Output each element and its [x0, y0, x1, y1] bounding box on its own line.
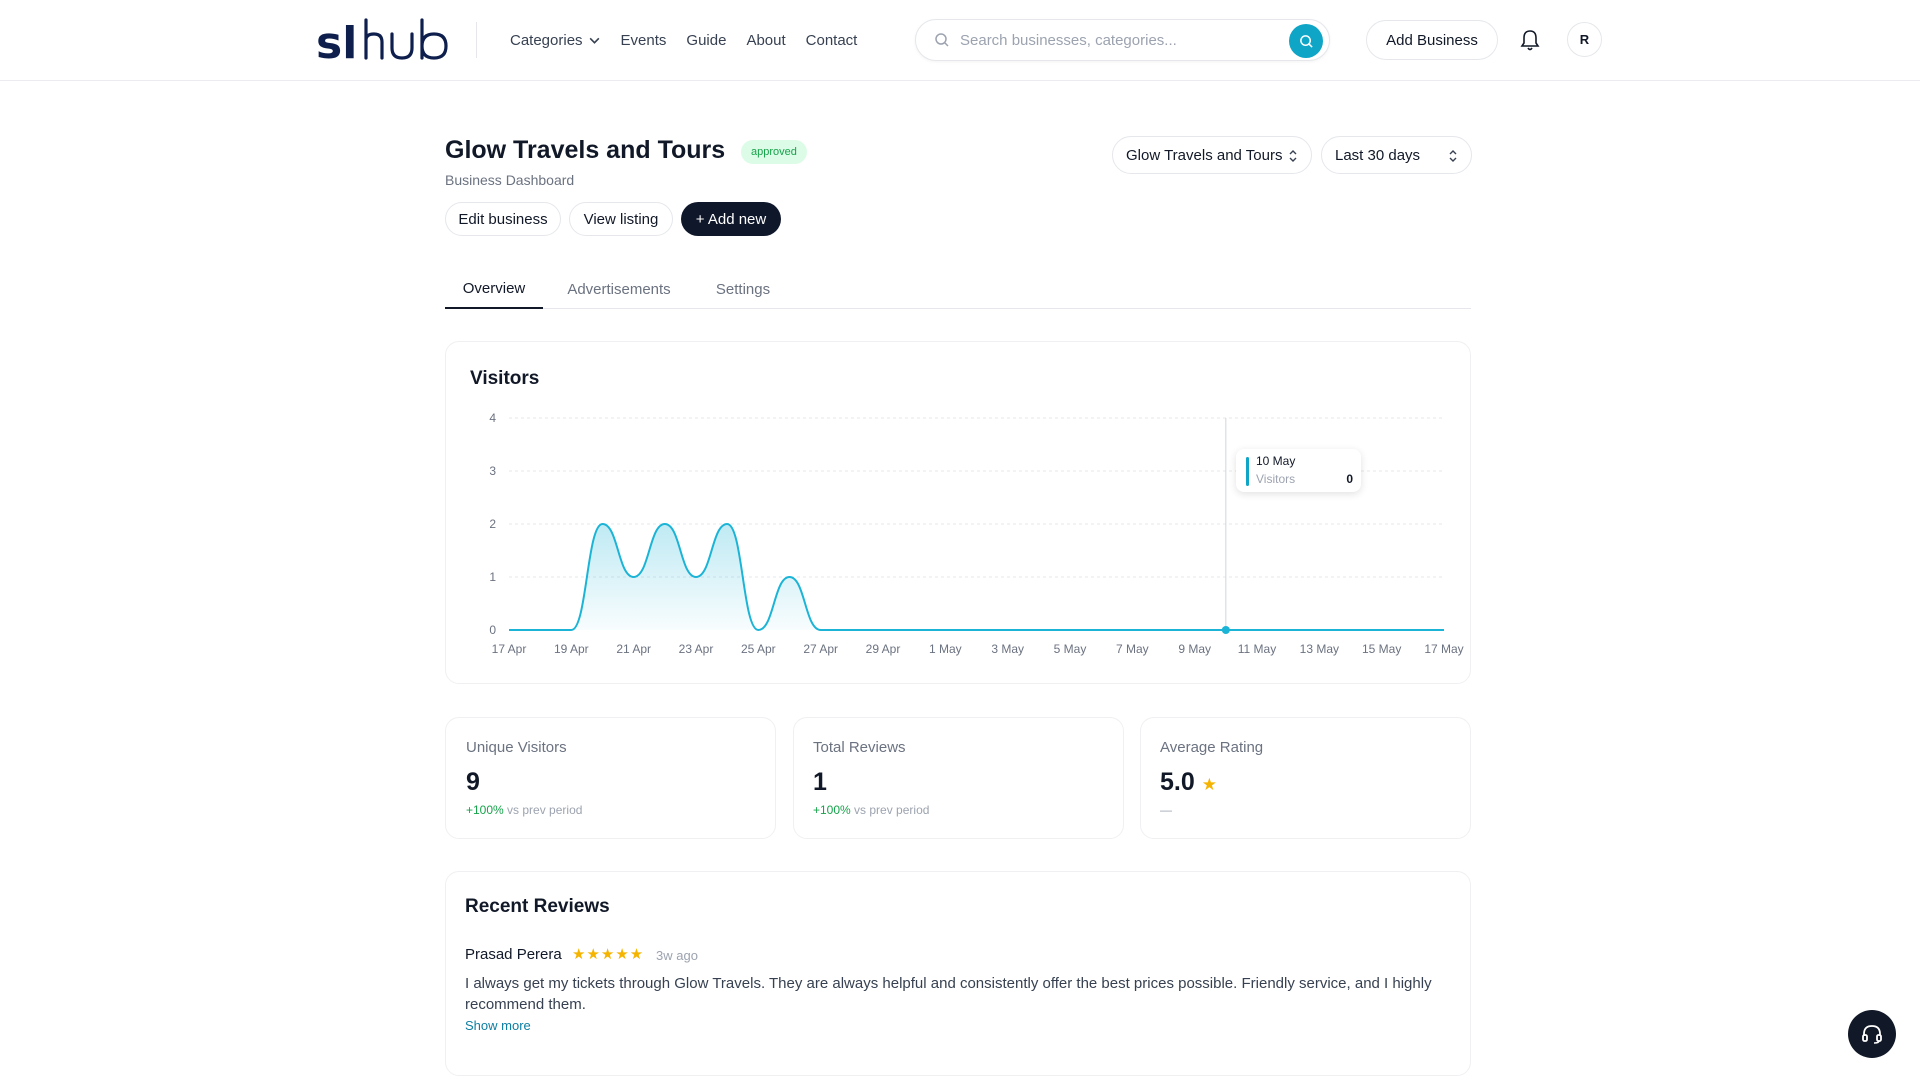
x-tick-label: 15 May	[1362, 642, 1401, 656]
x-tick-label: 17 May	[1424, 642, 1463, 656]
stat-change: —	[1160, 803, 1172, 817]
stat-change-suffix: vs prev period	[854, 803, 930, 817]
x-tick-label: 11 May	[1238, 642, 1276, 656]
chart-tooltip: 10 May Visitors 0	[1236, 449, 1361, 492]
rating-value: 5.0	[1160, 768, 1195, 796]
x-tick-label: 29 Apr	[866, 642, 901, 656]
visitors-chart: 0 1 2 3 4 17 Apr 19 Apr 21 Apr 23 Apr 25 Apr 27 Ap…	[489, 411, 1463, 656]
x-tick-label: 1 May	[929, 642, 962, 656]
tooltip-value: 0	[1346, 472, 1353, 486]
stat-label: Unique Visitors	[466, 739, 567, 756]
x-tick-label: 23 Apr	[679, 642, 714, 656]
x-tick-label: 21 Apr	[616, 642, 651, 656]
stat-card-unique-visitors	[445, 717, 776, 839]
y-tick-label: 2	[489, 517, 496, 531]
x-tick-label: 13 May	[1300, 642, 1339, 656]
stat-label: Total Reviews	[813, 739, 906, 756]
x-tick-label: 25 Apr	[741, 642, 776, 656]
review-time: 3w ago	[656, 948, 698, 963]
reviewer-name: Prasad Perera	[465, 946, 562, 963]
hover-point	[1221, 626, 1230, 634]
stat-change-suffix: vs prev period	[507, 803, 583, 817]
stat-change: +100% vs prev period	[466, 803, 582, 817]
stat-change: +100% vs prev period	[813, 803, 929, 817]
tooltip-color-bar	[1246, 457, 1249, 486]
stat-value: 9	[466, 768, 480, 796]
stat-label: Average Rating	[1160, 739, 1264, 756]
x-tick-label: 9 May	[1178, 642, 1211, 656]
x-tick-label: 5 May	[1054, 642, 1087, 656]
y-tick-label: 0	[489, 623, 496, 637]
tooltip-label: Visitors	[1256, 472, 1296, 486]
x-tick-label: 19 Apr	[554, 642, 589, 656]
stat-change-value: +100%	[466, 803, 504, 817]
tooltip-date: 10 May	[1256, 454, 1296, 468]
y-tick-label: 3	[489, 464, 496, 478]
headset-icon	[1862, 1025, 1882, 1044]
y-tick-label: 1	[489, 570, 496, 584]
stat-value: 5.0 ★	[1160, 768, 1217, 797]
y-tick-label: 4	[489, 411, 496, 425]
show-more-link[interactable]: Show more	[465, 1018, 531, 1033]
recent-reviews-title: Recent Reviews	[465, 896, 610, 917]
stat-card-total-reviews	[793, 717, 1124, 839]
x-tick-label: 27 Apr	[803, 642, 838, 656]
review-stars: ★★★★★	[572, 946, 645, 963]
support-chat-button[interactable]	[1848, 1010, 1896, 1058]
x-tick-label: 7 May	[1116, 642, 1149, 656]
x-tick-label: 17 Apr	[492, 642, 527, 656]
star-icon: ★	[1201, 775, 1217, 794]
x-tick-label: 3 May	[991, 642, 1024, 656]
stat-change-value: +100%	[813, 803, 851, 817]
review-text: I always get my tickets through Glow Tra…	[465, 975, 1432, 1013]
stat-value: 1	[813, 768, 827, 796]
